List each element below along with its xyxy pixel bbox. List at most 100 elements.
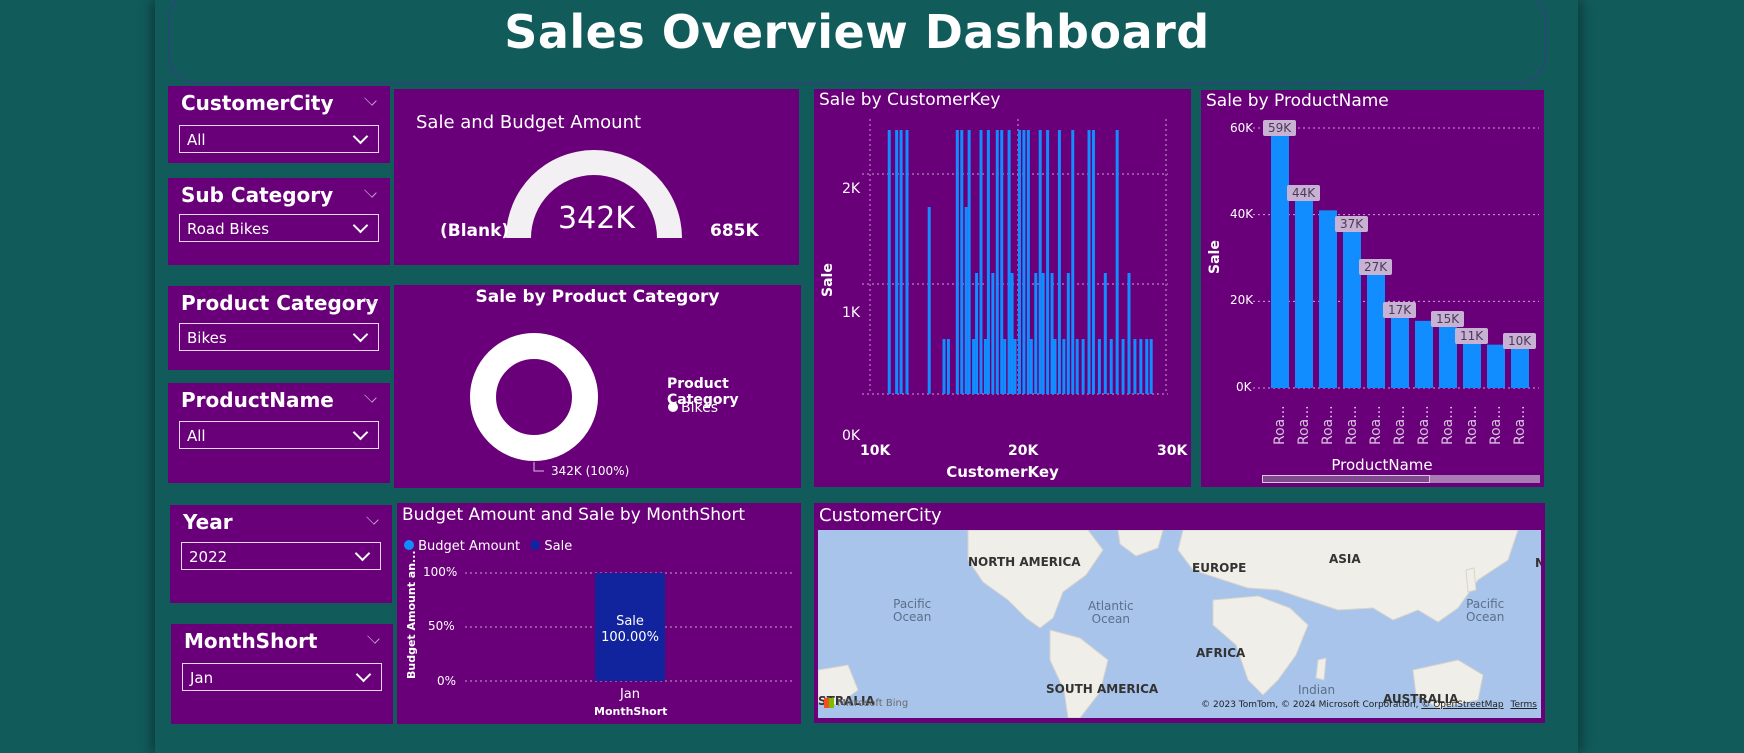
bar (1075, 339, 1079, 394)
slicer-title: Product Category (181, 291, 379, 315)
slicer-dropdown[interactable]: All (179, 421, 379, 449)
x-tick: Jan (619, 687, 641, 702)
data-label: 10K (1503, 332, 1537, 349)
bar (1391, 314, 1409, 388)
map-label-north-america: NORTH AMERICA (968, 555, 1081, 569)
slicer-productname[interactable]: ProductName All (168, 383, 390, 483)
x-tick: Roa... (1368, 405, 1384, 445)
windows-logo-icon (824, 698, 834, 708)
bar (979, 130, 983, 394)
dashboard-header: Sales Overview Dashboard (168, 0, 1546, 84)
bar (1487, 344, 1505, 388)
slicer-title: Sub Category (181, 183, 334, 207)
x-tick: 20K (1008, 443, 1039, 459)
bing-label: Microsoft Bing (837, 698, 909, 709)
chevron-down-icon (352, 128, 369, 145)
x-tick: Roa... (1272, 405, 1288, 445)
data-label: 27K (1359, 259, 1393, 275)
slicer-subcategory[interactable]: Sub Category Road Bikes (168, 178, 390, 265)
chevron-down-icon[interactable] (366, 512, 379, 525)
bar (975, 273, 979, 394)
bar (1046, 130, 1050, 394)
x-tick: Roa... (1344, 405, 1360, 445)
legend-marker (668, 402, 678, 412)
bar (1013, 339, 1017, 394)
bar (1343, 227, 1361, 388)
bar (1511, 344, 1529, 388)
osm-link[interactable]: © OpenStreetMap (1421, 700, 1503, 710)
legend-label: Bikes (681, 400, 719, 416)
bar (1081, 339, 1085, 394)
bar (895, 130, 899, 394)
data-label: 17K (1383, 302, 1417, 319)
gauge-max: 685K (710, 221, 759, 241)
bar (1017, 130, 1021, 394)
slicer-monthshort[interactable]: MonthShort Jan (171, 624, 393, 724)
chevron-down-icon (354, 545, 371, 562)
visual-title: CustomerCity (819, 505, 942, 526)
slicer-dropdown[interactable]: Jan (182, 663, 382, 691)
month-chart[interactable]: Budget Amount and Sale by MonthShort Bud… (397, 503, 801, 724)
ocean-name: Atlantic (1088, 599, 1134, 613)
slicer-dropdown[interactable]: Bikes (179, 323, 379, 351)
map-label-indian: Indian (1298, 684, 1335, 697)
chevron-down-icon (352, 326, 369, 343)
bar (1053, 339, 1057, 394)
scrollbar-track[interactable] (1262, 475, 1540, 483)
map-label-edge-n: N (1535, 556, 1541, 570)
x-tick: Roa... (1440, 405, 1456, 445)
donut-visual[interactable]: Sale by Product Category 342K (100%) Pro… (394, 285, 801, 488)
bar (955, 130, 959, 394)
slicer-dropdown[interactable]: All (179, 125, 379, 153)
bar (1145, 339, 1149, 394)
bar (1097, 339, 1101, 394)
productname-chart[interactable]: Sale by ProductName Sale 60K 40K 20K 0K … (1201, 90, 1544, 487)
bar (1127, 273, 1131, 394)
chevron-down-icon[interactable] (364, 185, 377, 198)
data-label: 15K (1431, 311, 1465, 327)
bar (905, 130, 909, 394)
bar (1010, 273, 1014, 394)
map-label-pacific: Pacific Ocean (893, 598, 931, 624)
data-label: 11K (1455, 328, 1489, 345)
x-tick: 10K (860, 443, 891, 459)
slicer-productcategory[interactable]: Product Category Bikes (168, 286, 390, 370)
bar (1271, 132, 1289, 388)
chevron-down-icon (355, 666, 372, 683)
bar (972, 339, 976, 394)
bar (927, 207, 931, 394)
bar (986, 130, 990, 394)
bar (1007, 130, 1011, 394)
gauge-min: (Blank) (440, 221, 510, 241)
map-label-africa: AFRICA (1196, 646, 1246, 660)
x-axis-title: MonthShort (594, 705, 668, 718)
customerkey-chart[interactable]: Sale by CustomerKey Sale 2K 1K 0K 10K 20… (814, 89, 1191, 487)
chevron-down-icon[interactable] (364, 390, 377, 403)
slicer-dropdown[interactable]: 2022 (181, 542, 381, 570)
slicer-year[interactable]: Year 2022 (170, 505, 392, 603)
map-label-asia: ASIA (1329, 552, 1361, 566)
gauge-visual[interactable]: Sale and Budget Amount 342K (Blank) 685K (394, 89, 799, 265)
slicer-customercity[interactable]: CustomerCity All (168, 86, 390, 163)
slicer-value: 2022 (189, 548, 228, 566)
map-attribution: © 2023 TomTom, © 2024 Microsoft Corporat… (1201, 700, 1537, 710)
ocean-word: Ocean (1091, 612, 1131, 626)
world-map[interactable]: NORTH AMERICA EUROPE ASIA AFRICA SOUTH A… (818, 530, 1541, 718)
data-label: 44K (1287, 185, 1321, 202)
bar (1050, 273, 1054, 394)
slicer-value: Jan (190, 669, 214, 687)
bar (1319, 210, 1337, 388)
chevron-down-icon[interactable] (364, 93, 377, 106)
slicer-dropdown[interactable]: Road Bikes (179, 214, 379, 242)
terms-link[interactable]: Terms (1510, 700, 1537, 710)
map-label-pacific-right: Pacific Ocean (1466, 598, 1504, 624)
x-tick: Roa... (1512, 405, 1528, 445)
chevron-down-icon[interactable] (367, 631, 380, 644)
donut-data-label: 342K (100%) (551, 464, 630, 478)
legend-item-bikes[interactable]: Bikes (668, 400, 718, 416)
map-label-south-america: SOUTH AMERICA (1046, 682, 1159, 696)
scrollbar-thumb[interactable] (1262, 475, 1430, 483)
bar (1057, 130, 1061, 394)
data-label: 37K (1335, 215, 1369, 232)
bing-logo: Microsoft Bing (824, 698, 908, 709)
